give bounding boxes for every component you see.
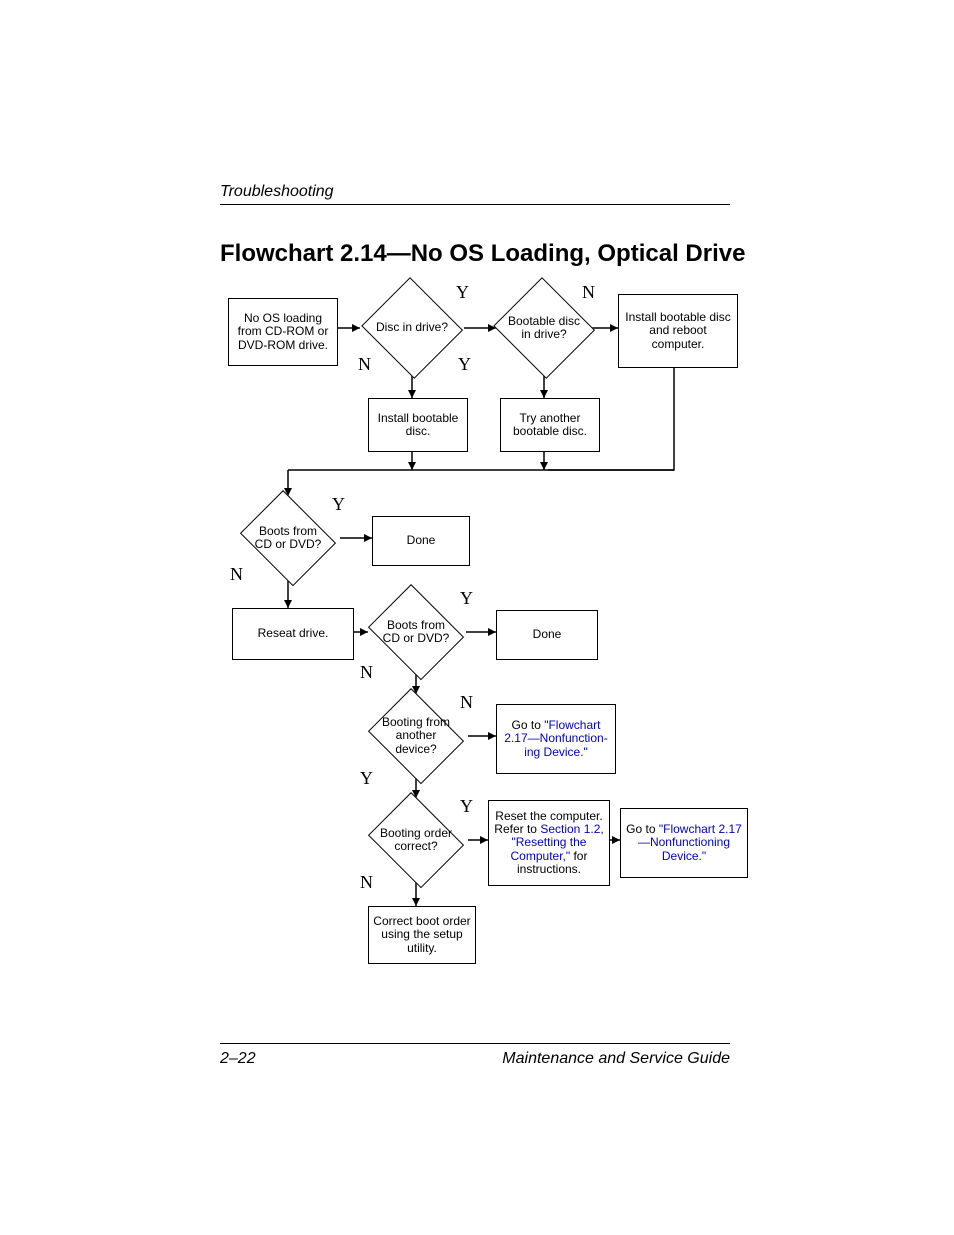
footer-rule (220, 1043, 730, 1044)
node-reset: Reset the computer. Refer to Section 1.2… (488, 800, 610, 886)
node-bootable-in-drive: Bootable disc in drive? (492, 280, 596, 376)
node-reseat: Reseat drive. (232, 608, 354, 660)
node-done-1: Done (372, 516, 470, 566)
flowchart: No OS loading from CD-ROM or DVD-ROM dri… (220, 280, 750, 1030)
node-goto-17a: Go to "Flowchart 2.17—Nonfunction- ing D… (496, 704, 616, 774)
running-header: Troubleshooting (220, 183, 334, 201)
node-disc-in-drive: Disc in drive? (360, 280, 464, 376)
page: Troubleshooting Flowchart 2.14—No OS Loa… (0, 0, 954, 1235)
node-order-correct: Booting order correct? (364, 798, 468, 882)
header-rule (220, 204, 730, 205)
node-try-another: Try another bootable disc. (500, 398, 600, 452)
node-start: No OS loading from CD-ROM or DVD-ROM dri… (228, 298, 338, 366)
node-install-reboot: Install bootable disc and reboot compute… (618, 294, 738, 368)
page-number: 2–22 (220, 1050, 256, 1068)
node-install-disc: Install bootable disc. (368, 398, 468, 452)
node-boots-2: Boots from CD or DVD? (364, 590, 468, 674)
node-boots-1: Boots from CD or DVD? (236, 496, 340, 580)
node-correct-boot: Correct boot order using the setup utili… (368, 906, 476, 964)
page-title: Flowchart 2.14—No OS Loading, Optical Dr… (220, 240, 745, 268)
footer-guide: Maintenance and Service Guide (502, 1050, 730, 1068)
node-done-2: Done (496, 610, 598, 660)
node-goto-17b: Go to "Flowchart 2.17—Nonfunctioning Dev… (620, 808, 748, 878)
node-another-device: Booting from another device? (364, 694, 468, 778)
